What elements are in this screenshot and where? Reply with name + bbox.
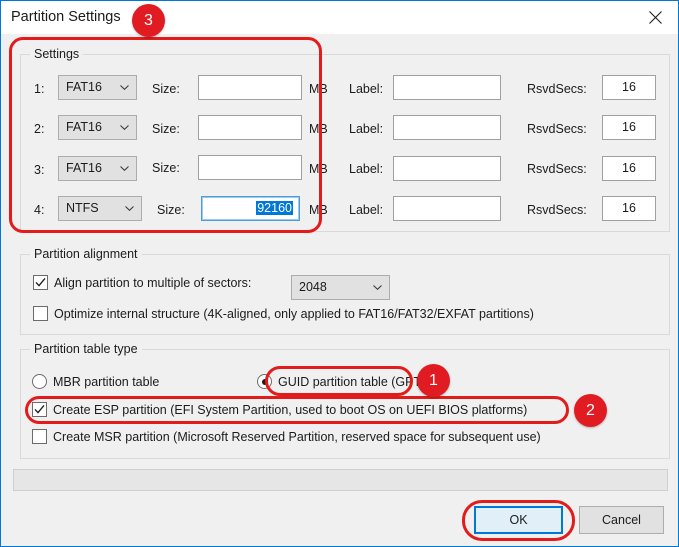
optimize-structure-checkbox[interactable]: Optimize internal structure (4K-aligned,… [33,306,534,321]
rsvdsecs-input-3-value: 16 [622,161,636,175]
rsvdsecs-label-3: RsvdSecs: [527,162,587,176]
label-label-2: Label: [349,122,384,136]
create-msr-partition-checkbox[interactable]: Create MSR partition (Microsoft Reserved… [32,429,541,444]
partition-index-4: 4: [34,203,45,217]
label-input-1[interactable] [393,75,501,100]
label-label-1: Label: [349,82,384,96]
filesystem-select-2[interactable]: FAT16 [58,115,137,140]
radio-selected-icon [257,374,272,389]
size-label-4: Size: [157,203,185,217]
rsvdsecs-label-4: RsvdSecs: [527,203,587,217]
label-input-2[interactable] [393,115,501,140]
gpt-partition-table-label: GUID partition table (GPT) [278,374,426,389]
filesystem-select-4[interactable]: NTFS [58,196,142,221]
size-input-2[interactable] [198,115,302,140]
checkbox-checked-icon [33,275,48,290]
size-input-4[interactable]: 92160 [201,196,300,221]
size-label-2: Size: [152,122,180,136]
align-partition-label: Align partition to multiple of sectors: [54,275,252,290]
gpt-partition-table-radio[interactable]: GUID partition table (GPT) [257,374,425,389]
mbr-partition-table-label: MBR partition table [53,374,160,389]
cancel-button[interactable]: Cancel [579,506,664,534]
mb-unit-1: MB [309,82,328,96]
ok-button[interactable]: OK [474,506,563,534]
rsvdsecs-label-1: RsvdSecs: [527,82,587,96]
chevron-down-icon [125,206,134,211]
rsvdsecs-input-4[interactable]: 16 [602,196,656,221]
radio-unselected-icon [32,374,47,389]
label-input-3[interactable] [393,156,501,181]
partition-index-2: 2: [34,122,45,136]
sectors-multiple-value: 2048 [299,280,327,294]
checkbox-unchecked-icon [32,429,47,444]
size-input-4-value: 92160 [256,201,293,215]
mb-unit-4: MB [309,203,328,217]
partition-table-type-group-title: Partition table type [30,342,142,356]
create-esp-partition-checkbox[interactable]: Create ESP partition (EFI System Partiti… [32,402,527,417]
filesystem-select-3-value: FAT16 [66,161,102,175]
size-label-1: Size: [152,82,180,96]
size-label-3: Size: [152,161,180,175]
filesystem-select-1-value: FAT16 [66,80,102,94]
size-input-3[interactable] [198,155,302,180]
filesystem-select-3[interactable]: FAT16 [58,156,137,181]
filesystem-select-2-value: FAT16 [66,120,102,134]
chevron-down-icon [120,85,129,90]
size-input-4-selection: 92160 [256,201,293,215]
close-icon[interactable] [632,1,678,33]
rsvdsecs-label-2: RsvdSecs: [527,122,587,136]
filesystem-select-4-value: NTFS [66,201,99,215]
partition-index-1: 1: [34,82,45,96]
mb-unit-2: MB [309,122,328,136]
checkbox-unchecked-icon [33,306,48,321]
checkbox-checked-icon [32,402,47,417]
rsvdsecs-input-3[interactable]: 16 [602,156,656,181]
sectors-multiple-select[interactable]: 2048 [291,275,390,300]
settings-group-title: Settings [30,47,84,61]
title-bar: Partition Settings [1,1,678,34]
optimize-structure-label: Optimize internal structure (4K-aligned,… [54,306,534,321]
mb-unit-3: MB [309,162,328,176]
rsvdsecs-input-1[interactable]: 16 [602,75,656,100]
filesystem-select-1[interactable]: FAT16 [58,75,137,100]
chevron-down-icon [373,285,382,290]
window-title: Partition Settings [11,9,121,25]
rsvdsecs-input-1-value: 16 [622,80,636,94]
partition-index-3: 3: [34,163,45,177]
create-esp-partition-label: Create ESP partition (EFI System Partiti… [53,402,528,417]
rsvdsecs-input-2-value: 16 [622,120,636,134]
chevron-down-icon [120,166,129,171]
label-label-3: Label: [349,162,384,176]
chevron-down-icon [120,125,129,130]
size-input-1[interactable] [198,75,302,100]
mbr-partition-table-radio[interactable]: MBR partition table [32,374,159,389]
label-input-4[interactable] [393,196,501,221]
progress-bar [13,469,668,491]
rsvdsecs-input-4-value: 16 [622,201,636,215]
rsvdsecs-input-2[interactable]: 16 [602,115,656,140]
create-msr-partition-label: Create MSR partition (Microsoft Reserved… [53,429,541,444]
label-label-4: Label: [349,203,384,217]
partition-alignment-group-title: Partition alignment [30,247,142,261]
align-partition-checkbox[interactable]: Align partition to multiple of sectors: [33,275,251,290]
partition-settings-dialog: Partition Settings Settings 1: FAT16 Siz… [0,0,679,547]
